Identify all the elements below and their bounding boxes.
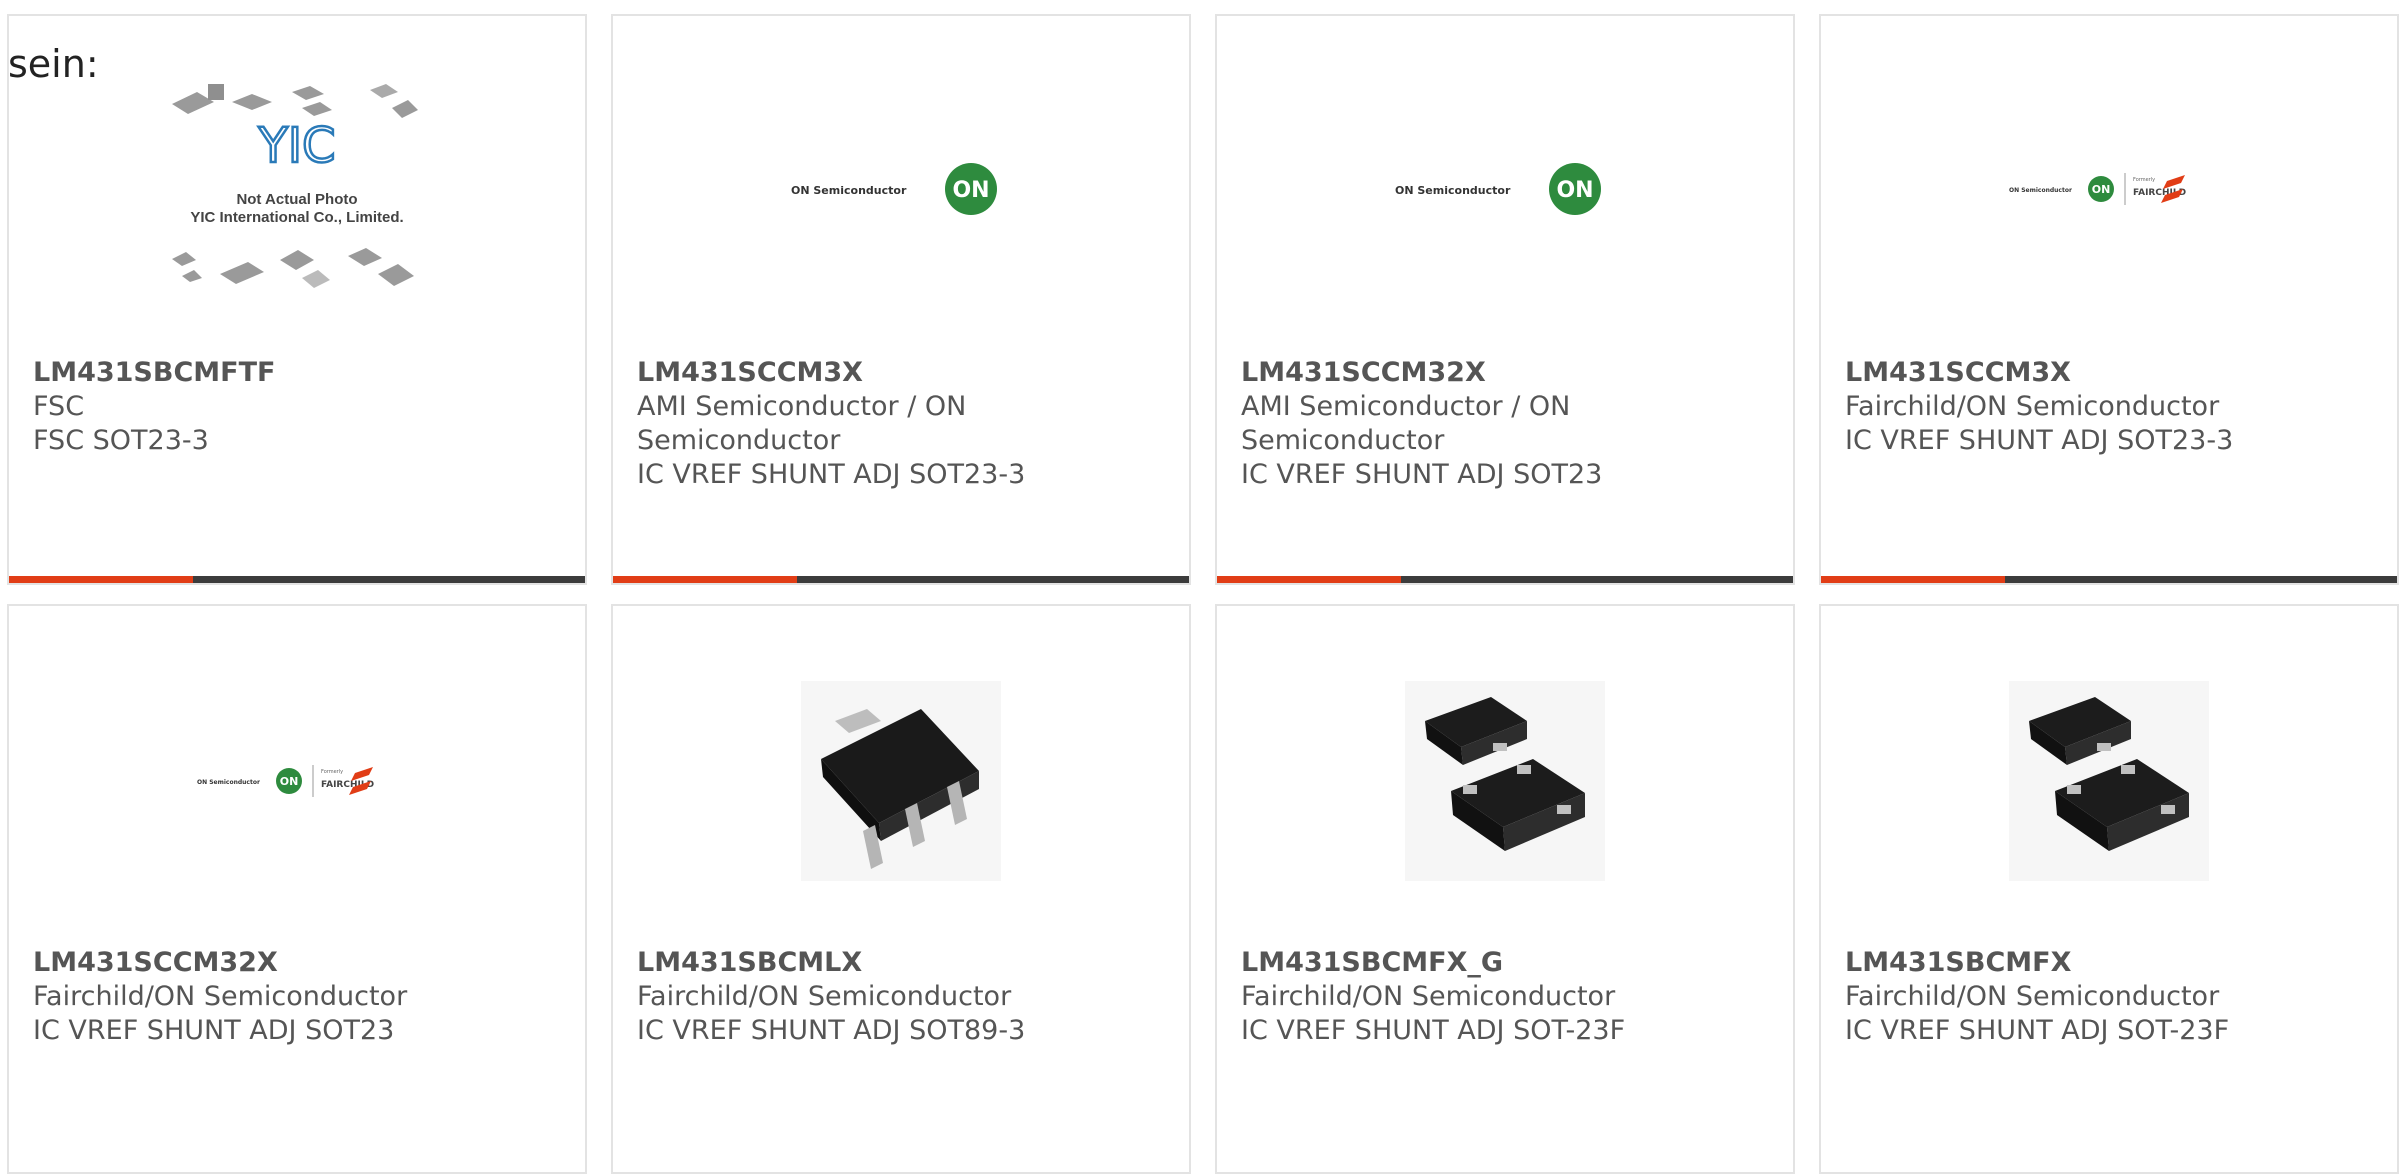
on-fairchild-logo: ON Semiconductor ON Formerly FAIRCHILD (197, 765, 374, 797)
description: IC VREF SHUNT ADJ SOT23 (1241, 459, 1603, 490)
description: IC VREF SHUNT ADJ SOT89-3 (637, 1015, 1026, 1046)
card-bottom-bar (1821, 576, 2397, 583)
part-number[interactable]: LM431SBCMFX_G (1241, 946, 1773, 980)
card-bottom-bar (613, 576, 1189, 583)
product-info: LM431SBCMLX Fairchild/ON Semiconductor I… (637, 946, 1169, 1048)
intro-text: sein: (8, 42, 99, 86)
product-card[interactable]: ON Semiconductor ON LM431SCCM3X AMI Semi… (611, 14, 1191, 585)
svg-text:ON: ON (1556, 178, 1593, 203)
on-semiconductor-logo: ON Semiconductor ON (1395, 162, 1601, 215)
manufacturer: AMI Semiconductor / ON Semiconductor (637, 391, 967, 456)
product-card[interactable]: LM431SBCMFX Fairchild/ON Semiconductor I… (1819, 604, 2399, 1174)
product-image[interactable] (1821, 666, 2397, 896)
description: IC VREF SHUNT ADJ SOT-23F (1845, 1015, 2230, 1046)
description: FSC SOT23-3 (33, 425, 209, 456)
product-image[interactable]: ON Semiconductor ON (613, 16, 1189, 361)
product-card[interactable]: YIC Not Actual Photo YIC International C… (7, 14, 587, 585)
on-semiconductor-wordmark: ON Semiconductor (791, 184, 907, 197)
product-info: LM431SCCM3X AMI Semiconductor / ON Semic… (637, 356, 1169, 492)
on-semiconductor-wordmark: ON Semiconductor (1395, 184, 1511, 197)
manufacturer: Fairchild/ON Semiconductor (1845, 391, 2220, 422)
part-number[interactable]: LM431SCCM32X (33, 946, 565, 980)
product-info: LM431SCCM3X Fairchild/ON Semiconductor I… (1845, 356, 2377, 458)
card-accent (1217, 576, 1401, 583)
product-card[interactable]: LM431SBCMFX_G Fairchild/ON Semiconductor… (1215, 604, 1795, 1174)
card-bottom-bar (1217, 576, 1793, 583)
part-number[interactable]: LM431SCCM3X (637, 356, 1169, 390)
product-image[interactable]: ON Semiconductor ON Formerly FAIRCHILD (1821, 16, 2397, 361)
part-number[interactable]: LM431SCCM32X (1241, 356, 1773, 390)
card-accent (9, 576, 193, 583)
manufacturer: Fairchild/ON Semiconductor (1241, 981, 1616, 1012)
svg-text:Formerly: Formerly (321, 769, 343, 775)
svg-text:Formerly: Formerly (2133, 177, 2155, 183)
sot23f-package-image (1405, 681, 1605, 881)
yic-placeholder-image: YIC Not Actual Photo YIC International C… (172, 83, 418, 288)
on-fairchild-logo: ON Semiconductor ON Formerly FAIRCHILD (2009, 172, 2186, 205)
manufacturer: Fairchild/ON Semiconductor (1845, 981, 2220, 1012)
product-info: LM431SCCM32X Fairchild/ON Semiconductor … (33, 946, 565, 1048)
card-accent (1821, 576, 2005, 583)
description: IC VREF SHUNT ADJ SOT23-3 (637, 459, 1026, 490)
on-semiconductor-wordmark: ON Semiconductor (2009, 187, 2072, 194)
description: IC VREF SHUNT ADJ SOT23 (33, 1015, 395, 1046)
part-number[interactable]: LM431SBCMLX (637, 946, 1169, 980)
sot23f-package-image (2009, 681, 2209, 881)
svg-text:ON: ON (952, 178, 989, 203)
on-semiconductor-logo: ON Semiconductor ON (791, 162, 997, 215)
description: IC VREF SHUNT ADJ SOT23-3 (1845, 425, 2234, 456)
svg-text:ON: ON (280, 775, 299, 788)
part-number[interactable]: LM431SBCMFTF (33, 356, 565, 390)
manufacturer: Fairchild/ON Semiconductor (637, 981, 1012, 1012)
manufacturer: Fairchild/ON Semiconductor (33, 981, 408, 1012)
photo-caption-line1: Not Actual Photo (236, 191, 357, 208)
description: IC VREF SHUNT ADJ SOT-23F (1241, 1015, 1626, 1046)
product-info: LM431SBCMFX Fairchild/ON Semiconductor I… (1845, 946, 2377, 1048)
on-semiconductor-wordmark: ON Semiconductor (197, 779, 260, 786)
manufacturer: FSC (33, 391, 85, 422)
product-card[interactable]: ON Semiconductor ON LM431SCCM32X AMI Sem… (1215, 14, 1795, 585)
product-info: LM431SCCM32X AMI Semiconductor / ON Semi… (1241, 356, 1773, 492)
sot89-package-image (801, 681, 1001, 881)
product-image[interactable] (1217, 666, 1793, 896)
photo-caption-line2: YIC International Co., Limited. (190, 209, 403, 226)
part-number[interactable]: LM431SCCM3X (1845, 356, 2377, 390)
product-image[interactable] (613, 666, 1189, 896)
card-bottom-bar (9, 576, 585, 583)
product-card[interactable]: LM431SBCMLX Fairchild/ON Semiconductor I… (611, 604, 1191, 1174)
product-image[interactable]: ON Semiconductor ON Formerly FAIRCHILD (9, 666, 585, 896)
product-info: LM431SBCMFX_G Fairchild/ON Semiconductor… (1241, 946, 1773, 1048)
yic-logo-text: YIC (258, 118, 336, 174)
product-info: LM431SBCMFTF FSC FSC SOT23-3 (33, 356, 565, 458)
svg-text:ON: ON (2092, 183, 2111, 196)
product-image[interactable]: ON Semiconductor ON (1217, 16, 1793, 361)
manufacturer: AMI Semiconductor / ON Semiconductor (1241, 391, 1571, 456)
card-accent (613, 576, 797, 583)
product-card[interactable]: ON Semiconductor ON Formerly FAIRCHILD L… (1819, 14, 2399, 585)
product-card[interactable]: ON Semiconductor ON Formerly FAIRCHILD L… (7, 604, 587, 1174)
part-number[interactable]: LM431SBCMFX (1845, 946, 2377, 980)
